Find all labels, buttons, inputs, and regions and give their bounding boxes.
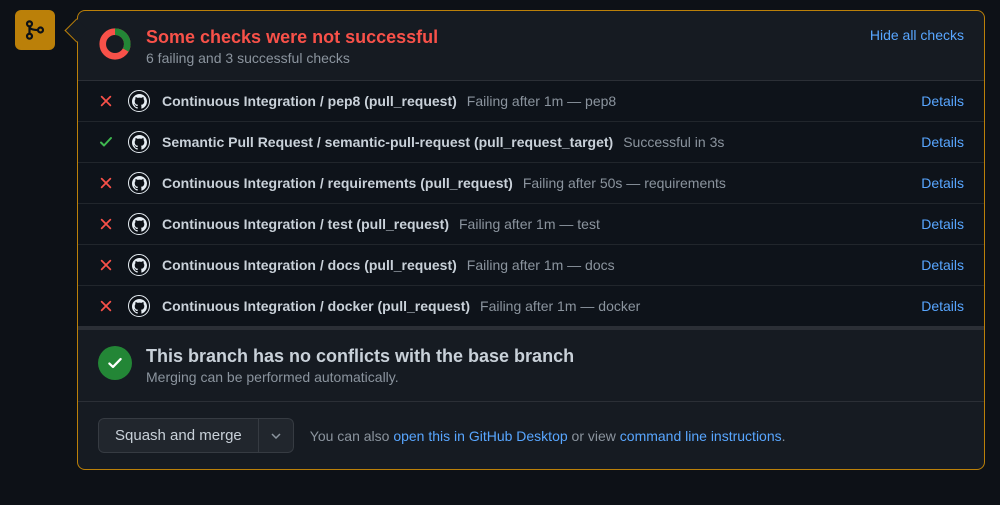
actor-avatar [128, 254, 150, 276]
check-details-link[interactable]: Details [921, 134, 964, 150]
github-icon [132, 135, 147, 150]
check-row: Continuous Integration / test (pull_requ… [78, 204, 984, 245]
check-name: Continuous Integration / requirements (p… [162, 175, 513, 191]
conflict-subtitle: Merging can be performed automatically. [146, 369, 574, 385]
status-icon [98, 176, 114, 190]
open-desktop-link[interactable]: open this in GitHub Desktop [393, 428, 567, 444]
check-icon [98, 134, 114, 150]
hide-checks-link[interactable]: Hide all checks [870, 27, 964, 43]
check-row: Continuous Integration / pep8 (pull_requ… [78, 81, 984, 122]
check-status: Failing after 1m — test [459, 216, 600, 232]
check-row: Continuous Integration / docs (pull_requ… [78, 245, 984, 286]
merge-prefix: You can also [310, 428, 394, 444]
actor-avatar [128, 213, 150, 235]
actor-avatar [128, 295, 150, 317]
check-status: Failing after 1m — docker [480, 298, 640, 314]
check-details-link[interactable]: Details [921, 93, 964, 109]
check-details-link[interactable]: Details [921, 175, 964, 191]
checks-subtitle: 6 failing and 3 successful checks [146, 50, 438, 66]
check-name: Continuous Integration / test (pull_requ… [162, 216, 449, 232]
actor-avatar [128, 172, 150, 194]
check-details-link[interactable]: Details [921, 298, 964, 314]
checks-title: Some checks were not successful [146, 27, 438, 48]
x-icon [99, 258, 113, 272]
github-icon [132, 299, 147, 314]
merge-panel: Some checks were not successful 6 failin… [77, 10, 985, 470]
caret-down-icon [271, 433, 281, 439]
merge-suffix: . [782, 428, 786, 444]
status-icon [98, 258, 114, 272]
checks-list: Continuous Integration / pep8 (pull_requ… [78, 81, 984, 326]
check-status: Successful in 3s [623, 134, 724, 150]
github-icon [132, 217, 147, 232]
github-icon [132, 258, 147, 273]
merge-section: Squash and merge You can also open this … [78, 402, 984, 469]
check-name: Continuous Integration / docs (pull_requ… [162, 257, 457, 273]
status-icon [98, 134, 114, 150]
status-icon [98, 217, 114, 231]
check-details-link[interactable]: Details [921, 257, 964, 273]
cmdline-link[interactable]: command line instructions [620, 428, 782, 444]
check-row: Continuous Integration / requirements (p… [78, 163, 984, 204]
merge-dropdown-button[interactable] [259, 418, 294, 453]
conflict-title: This branch has no conflicts with the ba… [146, 346, 574, 367]
x-icon [99, 94, 113, 108]
check-name: Continuous Integration / docker (pull_re… [162, 298, 470, 314]
actor-avatar [128, 131, 150, 153]
github-icon [132, 94, 147, 109]
x-icon [99, 299, 113, 313]
conflict-section: This branch has no conflicts with the ba… [78, 326, 984, 402]
check-details-link[interactable]: Details [921, 216, 964, 232]
git-merge-icon [24, 19, 46, 41]
merge-status-badge [15, 10, 55, 50]
squash-merge-button[interactable]: Squash and merge [98, 418, 259, 453]
x-icon [99, 176, 113, 190]
check-row: Semantic Pull Request / semantic-pull-re… [78, 122, 984, 163]
merge-help-text: You can also open this in GitHub Desktop… [310, 428, 786, 444]
check-name: Semantic Pull Request / semantic-pull-re… [162, 134, 613, 150]
check-status: Failing after 50s — requirements [523, 175, 726, 191]
github-icon [132, 176, 147, 191]
check-icon [106, 354, 124, 372]
checks-header: Some checks were not successful 6 failin… [78, 11, 984, 81]
status-donut-icon [98, 27, 132, 61]
check-name: Continuous Integration / pep8 (pull_requ… [162, 93, 457, 109]
merge-button-group: Squash and merge [98, 418, 294, 453]
status-icon [98, 94, 114, 108]
actor-avatar [128, 90, 150, 112]
check-row: Continuous Integration / docker (pull_re… [78, 286, 984, 326]
x-icon [99, 217, 113, 231]
status-icon [98, 299, 114, 313]
merge-mid: or view [568, 428, 620, 444]
check-status: Failing after 1m — docs [467, 257, 615, 273]
check-status: Failing after 1m — pep8 [467, 93, 616, 109]
success-badge [98, 346, 132, 380]
